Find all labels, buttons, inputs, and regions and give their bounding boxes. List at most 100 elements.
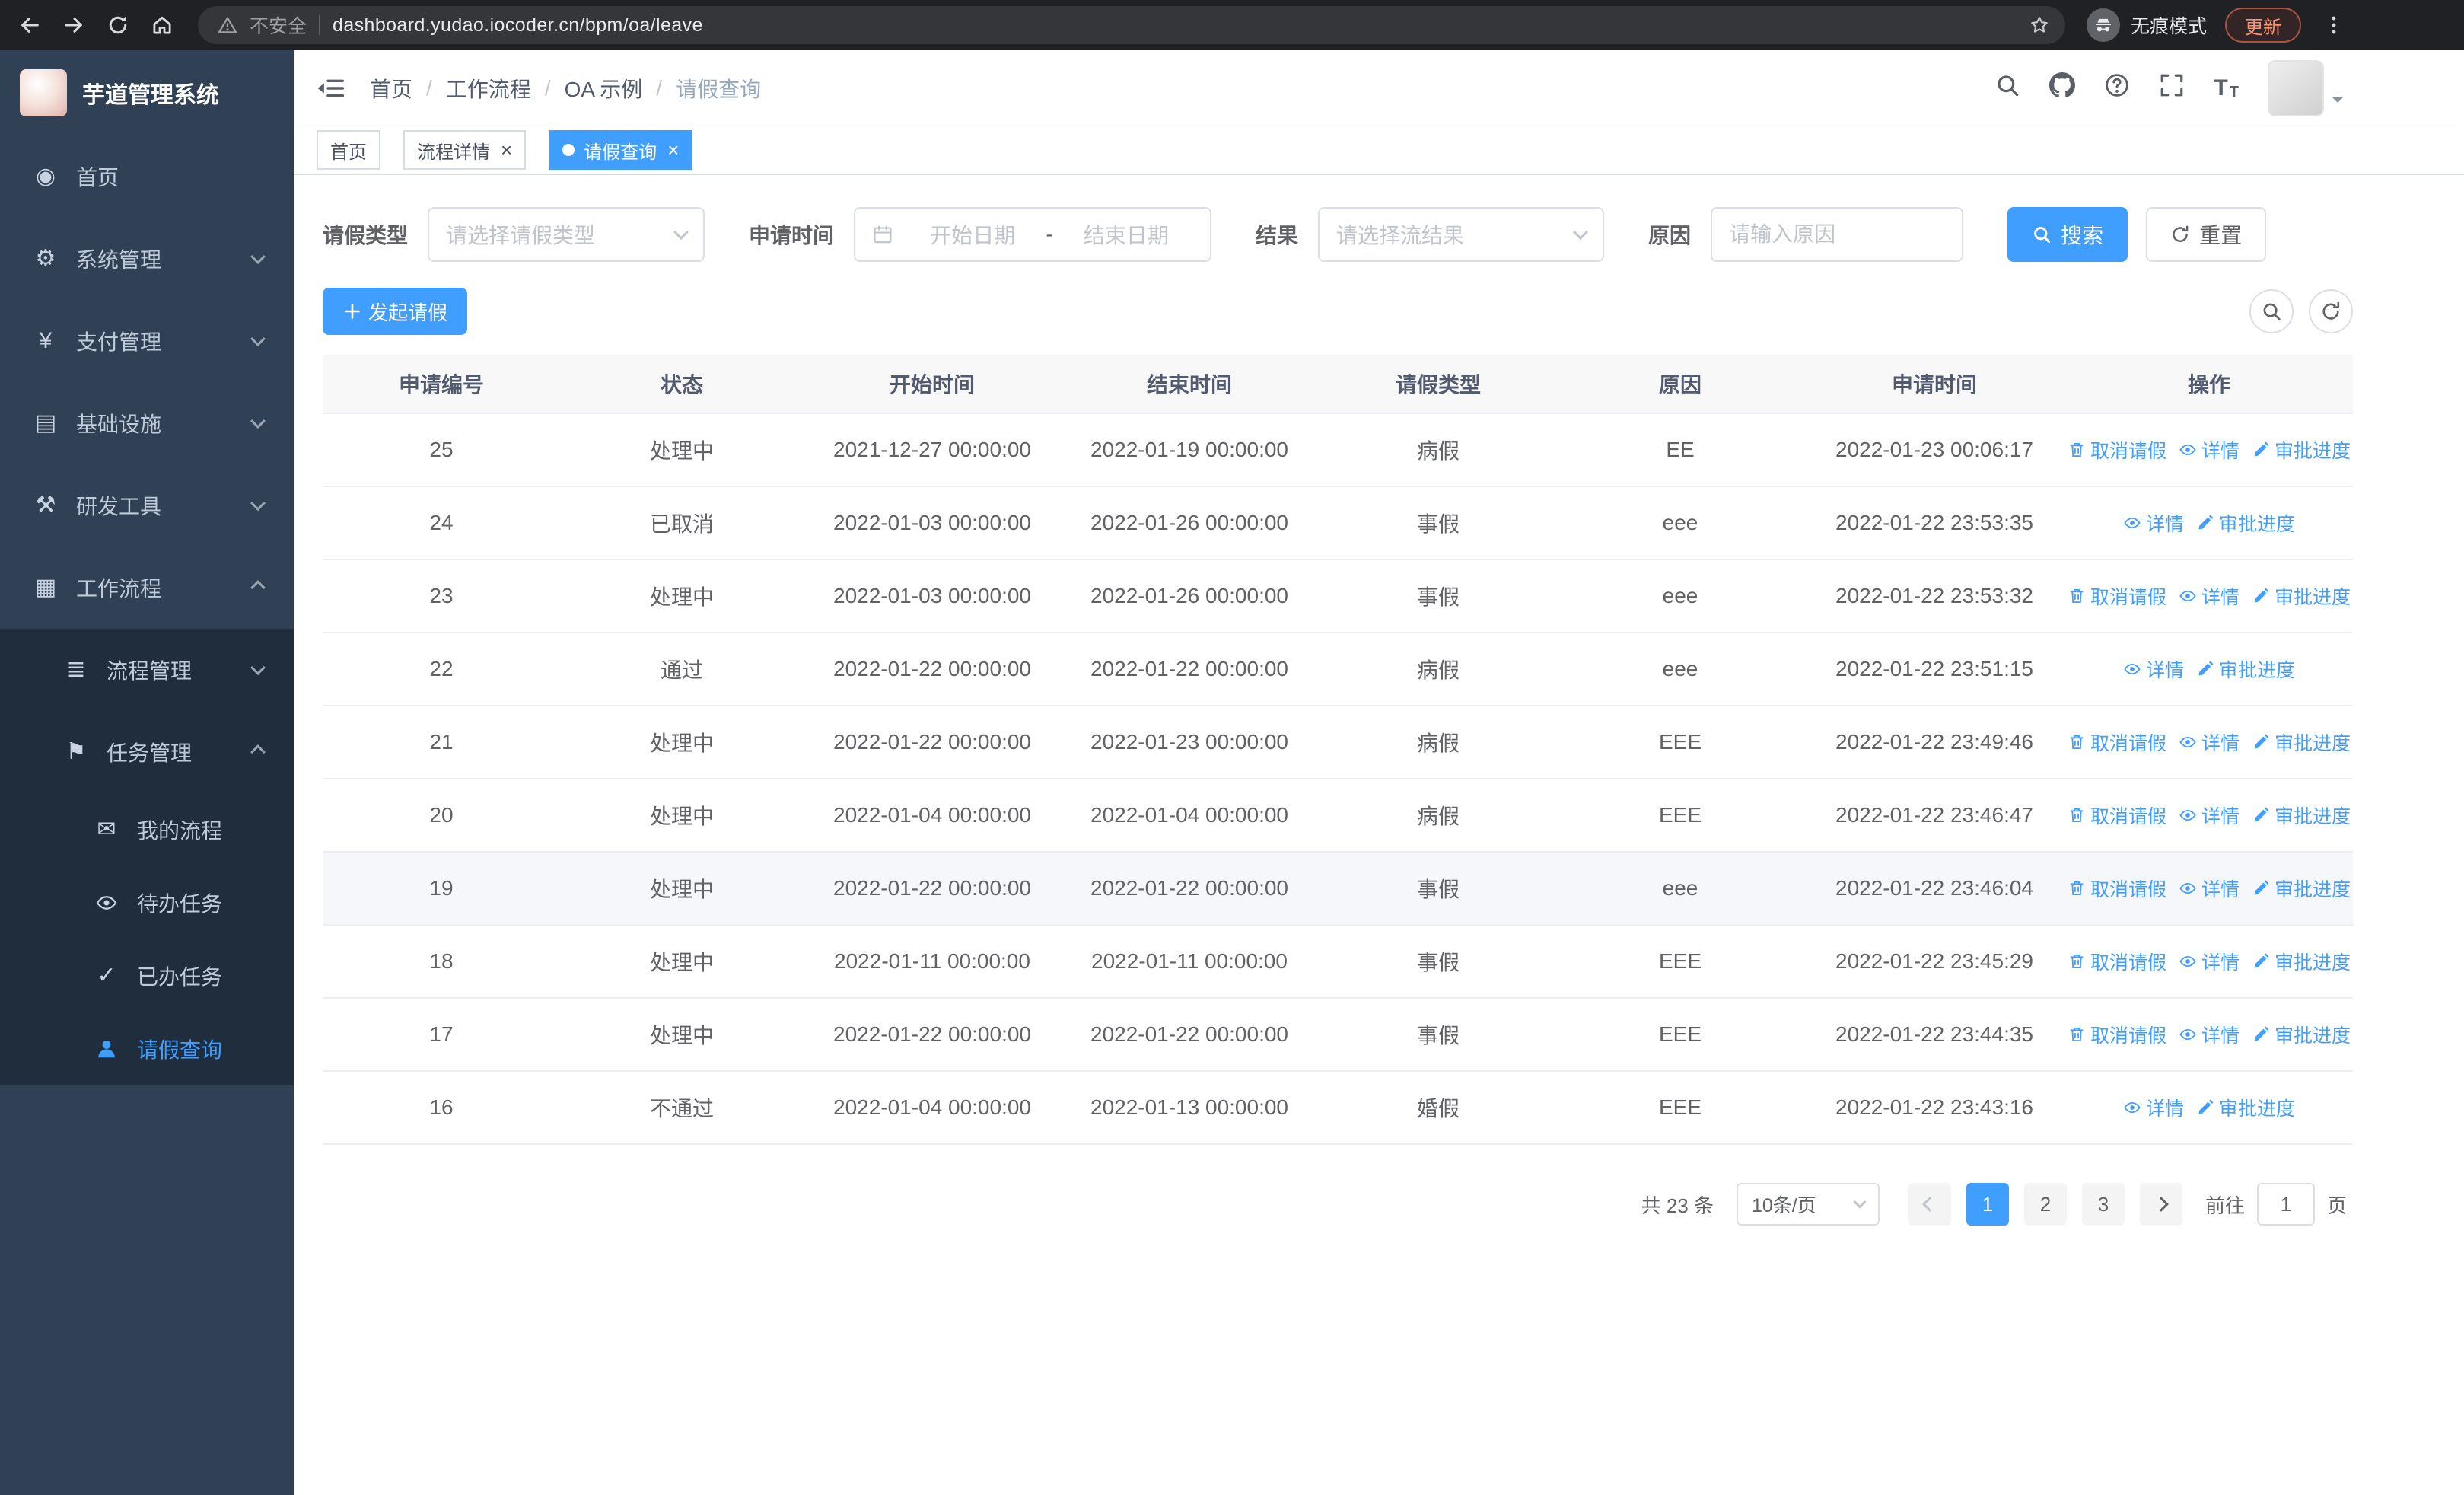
approval-progress-link[interactable]: 审批进度: [2252, 1021, 2351, 1048]
cell-leave_type: 事假: [1416, 585, 1460, 609]
page-button-2[interactable]: 2: [2023, 1183, 2067, 1226]
reason-input[interactable]: [1711, 207, 1964, 262]
browser-forward-button[interactable]: [53, 5, 94, 46]
leave-table: 申请编号 状态 开始时间 结束时间 请假类型 原因 申请时间 操作 25 处理中 2021-12-…: [323, 355, 2353, 1145]
help-button[interactable]: [2104, 72, 2130, 104]
sidebar-item-dev-tools[interactable]: ⚒ 研发工具: [0, 464, 294, 547]
browser-reload-button[interactable]: [97, 5, 138, 46]
detail-link[interactable]: 详情: [2123, 1094, 2184, 1121]
bookmark-star-button[interactable]: [2023, 8, 2056, 42]
cancel-leave-link[interactable]: 取消请假: [2068, 582, 2166, 610]
next-page-button[interactable]: [2139, 1183, 2182, 1226]
approval-progress-link[interactable]: 审批进度: [2252, 436, 2351, 464]
cancel-leave-link[interactable]: 取消请假: [2068, 948, 2166, 975]
action-label: 审批进度: [2219, 660, 2296, 681]
sidebar-item-workflow[interactable]: ▦ 工作流程: [0, 547, 294, 629]
sidebar-item-process-mgmt[interactable]: ≣ 流程管理: [0, 629, 294, 711]
cell-start_time: 2022-01-22 00:00:00: [833, 657, 1031, 681]
cell-status: 不通过: [649, 1097, 714, 1120]
breadcrumb-item[interactable]: 工作流程: [446, 73, 531, 104]
page-size-select[interactable]: 10条/页: [1736, 1183, 1880, 1226]
table-row: 24 已取消 2022-01-03 00:00:00 2022-01-26 00:00…: [323, 487, 2353, 560]
main-area: 首页 / 工作流程 / OA 示例 / 请假查询 TT 首页 流程详情 × 请假查询 ×: [294, 50, 2464, 1495]
search-button-label: 搜索: [2061, 224, 2104, 247]
browser-back-button[interactable]: [9, 5, 50, 46]
detail-link[interactable]: 详情: [2179, 582, 2240, 610]
close-icon[interactable]: ×: [667, 140, 679, 160]
approval-progress-link[interactable]: 审批进度: [2252, 802, 2351, 829]
approval-progress-link[interactable]: 审批进度: [2252, 948, 2351, 975]
tab-label: 请假查询: [584, 142, 657, 163]
user-menu[interactable]: [2268, 60, 2344, 116]
header-search-button[interactable]: [1994, 72, 2020, 104]
collapse-sidebar-button[interactable]: [317, 76, 345, 100]
detail-link[interactable]: 详情: [2179, 875, 2240, 902]
sidebar-logo[interactable]: 芋道管理系统: [0, 50, 294, 135]
detail-link[interactable]: 详情: [2179, 728, 2240, 756]
sidebar-item-home[interactable]: ◉ 首页: [0, 135, 294, 218]
approval-progress-link[interactable]: 审批进度: [2196, 655, 2295, 683]
github-link[interactable]: [2049, 72, 2076, 104]
search-button[interactable]: 搜索: [2007, 207, 2128, 262]
browser-update-button[interactable]: 更新: [2225, 8, 2301, 43]
action-label: 审批进度: [2275, 587, 2351, 608]
url-text[interactable]: dashboard.yudao.iocoder.cn/bpm/oa/leave: [333, 14, 2010, 37]
approval-progress-link[interactable]: 审批进度: [2196, 509, 2295, 537]
approval-progress-link[interactable]: 审批进度: [2196, 1094, 2295, 1121]
page-button-3[interactable]: 3: [2081, 1183, 2125, 1226]
sidebar-item-my-process[interactable]: ✉ 我的流程: [0, 793, 294, 866]
forward-arrow-icon: [62, 14, 85, 37]
cancel-leave-link[interactable]: 取消请假: [2068, 436, 2166, 464]
apply-time-range-picker[interactable]: 开始日期 - 结束日期: [854, 207, 1212, 262]
detail-link[interactable]: 详情: [2179, 1021, 2240, 1048]
breadcrumb-item[interactable]: OA 示例: [565, 73, 643, 104]
fullscreen-button[interactable]: [2159, 72, 2185, 104]
breadcrumb-item[interactable]: 首页: [370, 73, 412, 104]
sidebar-item-payment-mgmt[interactable]: ¥ 支付管理: [0, 300, 294, 382]
sidebar-item-leave-query[interactable]: 请假查询: [0, 1012, 294, 1085]
sidebar-item-infrastructure[interactable]: ▤ 基础设施: [0, 382, 294, 464]
cancel-leave-link[interactable]: 取消请假: [2068, 802, 2166, 829]
reload-icon: [107, 14, 129, 37]
trash-icon: [2068, 733, 2086, 751]
sidebar-item-todo-tasks[interactable]: 待办任务: [0, 866, 294, 939]
prev-page-button[interactable]: [1908, 1183, 1951, 1226]
tab-process-detail[interactable]: 流程详情 ×: [403, 130, 527, 170]
cell-leave_type: 事假: [1416, 878, 1460, 901]
approval-progress-link[interactable]: 审批进度: [2252, 728, 2351, 756]
app-title: 芋道管理系统: [82, 83, 219, 108]
sidebar-item-done-tasks[interactable]: ✓ 已办任务: [0, 939, 294, 1012]
result-select[interactable]: 请选择流结果: [1318, 207, 1605, 262]
security-label[interactable]: 不安全: [250, 11, 307, 39]
font-size-button[interactable]: TT: [2214, 75, 2239, 101]
browser-menu-button[interactable]: [2313, 5, 2354, 46]
detail-link[interactable]: 详情: [2179, 436, 2240, 464]
check-icon: ✓: [97, 963, 116, 988]
sidebar-item-system-mgmt[interactable]: ⚙ 系统管理: [0, 218, 294, 300]
browser-home-button[interactable]: [142, 5, 183, 46]
reset-button[interactable]: 重置: [2146, 207, 2267, 262]
refresh-table-button[interactable]: [2309, 289, 2353, 333]
tab-home[interactable]: 首页: [317, 130, 380, 170]
cancel-leave-link[interactable]: 取消请假: [2068, 1021, 2166, 1048]
approval-progress-link[interactable]: 审批进度: [2252, 582, 2351, 610]
cancel-leave-link[interactable]: 取消请假: [2068, 728, 2166, 756]
approval-progress-link[interactable]: 审批进度: [2252, 875, 2351, 902]
detail-link[interactable]: 详情: [2179, 802, 2240, 829]
detail-link[interactable]: 详情: [2179, 948, 2240, 975]
leave-type-select[interactable]: 请选择请假类型: [428, 207, 705, 262]
create-leave-button[interactable]: 发起请假: [323, 288, 468, 335]
goto-page-input[interactable]: [2256, 1183, 2315, 1226]
cell-actions: 取消请假 详情 审批进度: [2067, 728, 2351, 756]
detail-link[interactable]: 详情: [2123, 509, 2184, 537]
close-icon[interactable]: ×: [501, 140, 512, 160]
detail-link[interactable]: 详情: [2123, 655, 2184, 683]
cell-reason: eee: [1662, 876, 1698, 900]
address-bar[interactable]: 不安全 dashboard.yudao.iocoder.cn/bpm/oa/le…: [198, 6, 2065, 44]
column-header-2: 开始时间: [889, 373, 975, 397]
tab-leave-query[interactable]: 请假查询 ×: [549, 130, 693, 170]
page-button-1[interactable]: 1: [1966, 1183, 2009, 1226]
sidebar-item-task-mgmt[interactable]: ⚑ 任务管理: [0, 711, 294, 793]
cancel-leave-link[interactable]: 取消请假: [2068, 875, 2166, 902]
toggle-search-button[interactable]: [2249, 289, 2294, 333]
